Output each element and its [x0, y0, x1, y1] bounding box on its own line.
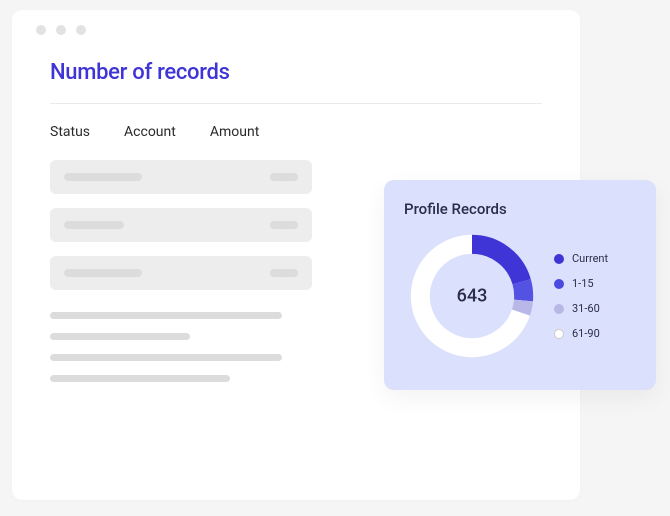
table-row[interactable]: [50, 208, 312, 242]
column-header-amount: Amount: [210, 124, 259, 140]
column-header-account: Account: [124, 124, 176, 140]
legend-label: Current: [572, 252, 608, 265]
legend-swatch: [554, 304, 564, 314]
legend-label: 61-90: [572, 327, 600, 340]
chart-area: 643 Current 1-15 31-60 61-90: [404, 228, 640, 364]
legend: Current 1-15 31-60 61-90: [554, 252, 608, 340]
legend-swatch: [554, 279, 564, 289]
window-control-minimize[interactable]: [56, 25, 66, 35]
window-control-maximize[interactable]: [76, 25, 86, 35]
divider: [50, 103, 542, 104]
legend-item-1-15: 1-15: [554, 277, 608, 290]
table-row[interactable]: [50, 160, 312, 194]
placeholder-line: [50, 333, 190, 340]
legend-label: 1-15: [572, 277, 594, 290]
column-header-status: Status: [50, 124, 90, 140]
placeholder-bar: [270, 269, 298, 277]
placeholder-bar: [270, 173, 298, 181]
legend-swatch: [554, 329, 564, 339]
placeholder-bar: [64, 173, 142, 181]
donut-chart: 643: [404, 228, 540, 364]
table-body: [50, 160, 312, 290]
legend-item-current: Current: [554, 252, 608, 265]
legend-item-31-60: 31-60: [554, 302, 608, 315]
legend-label: 31-60: [572, 302, 600, 315]
window-titlebar: [12, 10, 580, 50]
donut-center-value: 643: [457, 286, 488, 307]
profile-records-title: Profile Records: [404, 200, 640, 218]
window-control-close[interactable]: [36, 25, 46, 35]
placeholder-bar: [64, 269, 142, 277]
placeholder-line: [50, 375, 230, 382]
legend-swatch: [554, 254, 564, 264]
table-headers: Status Account Amount: [50, 124, 542, 140]
placeholder-line: [50, 312, 282, 319]
placeholder-bar: [64, 221, 124, 229]
placeholder-bar: [270, 221, 298, 229]
page-title: Number of records: [50, 60, 542, 103]
profile-records-card: Profile Records 643 Current 1-15: [384, 180, 656, 390]
placeholder-line: [50, 354, 282, 361]
table-row[interactable]: [50, 256, 312, 290]
legend-item-61-90: 61-90: [554, 327, 608, 340]
